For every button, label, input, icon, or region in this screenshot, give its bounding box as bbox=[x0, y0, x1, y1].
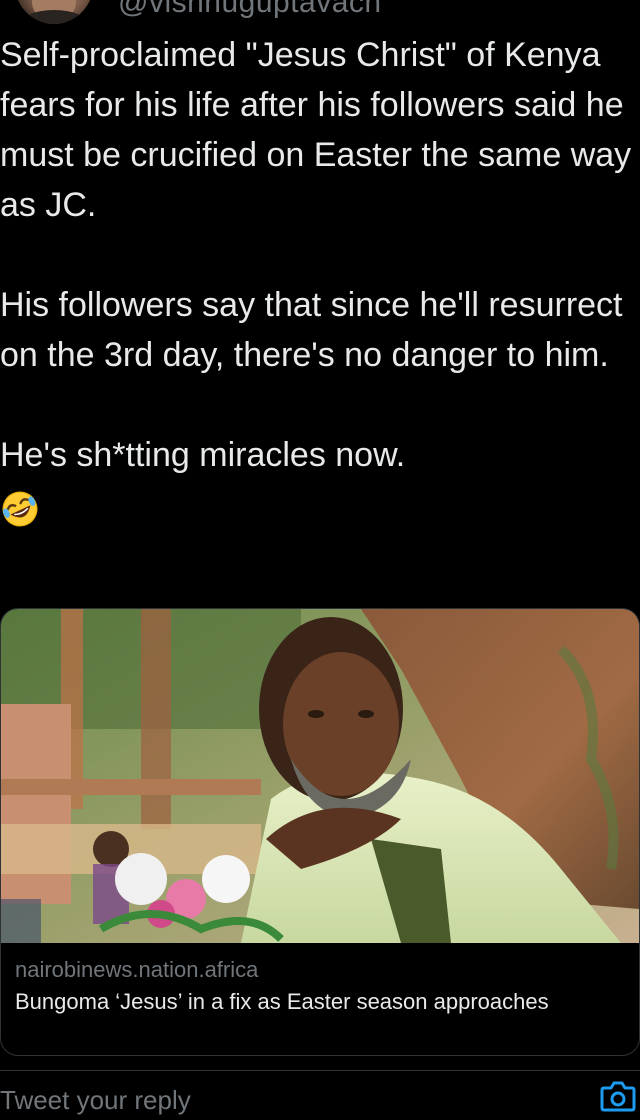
camera-button[interactable] bbox=[600, 1080, 636, 1112]
camera-icon bbox=[600, 1081, 636, 1112]
tweet-paragraph-3: He's sh*tting miracles now. bbox=[0, 436, 406, 474]
card-title: Bungoma ‘Jesus’ in a fix as Easter seaso… bbox=[15, 989, 549, 1014]
avatar-photo bbox=[20, 0, 88, 24]
card-domain: nairobinews.nation.africa bbox=[15, 957, 259, 982]
avatar[interactable] bbox=[14, 0, 94, 24]
tweet-header: @vishnuguptavach bbox=[0, 0, 640, 30]
article-photo bbox=[1, 609, 639, 943]
tweet-body: Self-proclaimed "Jesus Christ" of Kenya … bbox=[0, 30, 640, 530]
reply-input[interactable] bbox=[0, 1080, 540, 1120]
reply-divider bbox=[0, 1070, 640, 1071]
author-handle[interactable]: @vishnuguptavach bbox=[118, 0, 382, 20]
link-card[interactable]: nairobinews.nation.africa Bungoma ‘Jesus… bbox=[0, 608, 640, 1056]
card-meta: nairobinews.nation.africa Bungoma ‘Jesus… bbox=[15, 955, 615, 1019]
tweet-paragraph-1: Self-proclaimed "Jesus Christ" of Kenya … bbox=[0, 36, 632, 224]
tweet-paragraph-2: His followers say that since he'll resur… bbox=[0, 286, 623, 374]
rolling-on-floor-laughing-icon bbox=[0, 489, 40, 529]
